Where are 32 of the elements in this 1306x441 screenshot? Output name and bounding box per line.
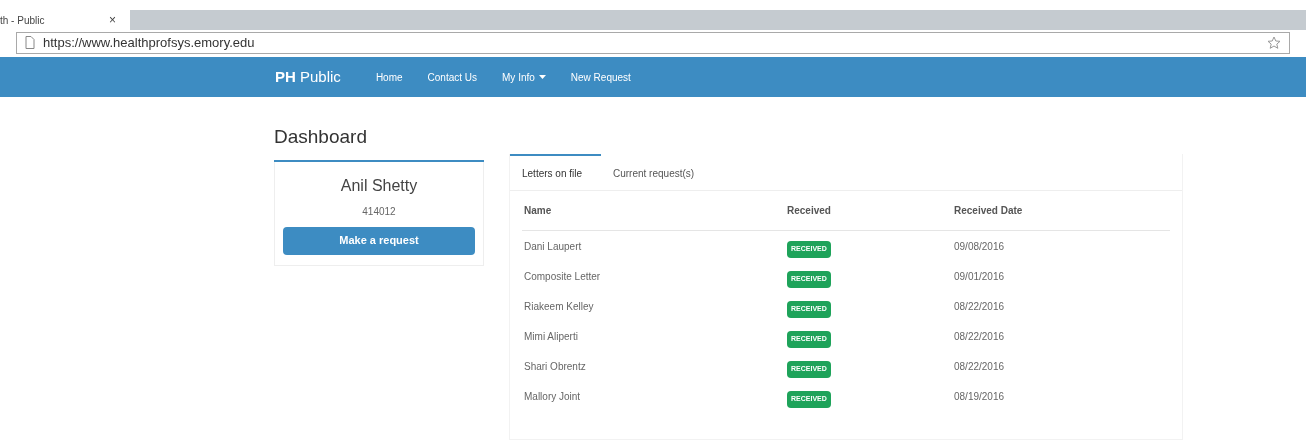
nav-link[interactable]: Contact Us [427,69,478,85]
table-cell-text: 08/22/2016 [954,299,1006,314]
request-button[interactable]: Make a request [283,226,475,255]
table-cell-text: 09/08/2016 [954,239,1006,254]
profile-name: Anil Shetty [340,175,418,196]
table-cell-text: Mimi Aliperti [524,329,579,344]
table-cell-text: Dani Laupert [524,239,583,254]
profile-id: 414012 [362,204,396,219]
column-header: Received [787,204,832,218]
nav-link[interactable]: My Info [502,69,546,85]
nav-link[interactable]: Home [375,69,403,85]
nav-link[interactable]: New Request [570,69,631,85]
column-header: Name [524,204,553,218]
table-cell-text: Riakeem Kelley [524,299,595,314]
table-cell-text: 08/22/2016 [954,329,1006,344]
tab[interactable]: Current request(s) [601,154,707,190]
star-icon[interactable] [1267,35,1281,50]
page-title: Dashboard [274,123,484,162]
brand-logo[interactable]: PH Public [275,65,341,89]
column-header: Received Date [954,204,1024,218]
tab-title: th - Public [0,13,45,28]
table-cell-text: 09/01/2016 [954,269,1006,284]
url-text: https://www.healthprofsys.emory.edu [43,33,255,52]
table-cell-text: Composite Letter [524,269,602,284]
caret-icon [538,75,546,79]
close-icon[interactable]: × [109,11,116,29]
table-cell-text: 08/22/2016 [954,359,1006,374]
address-bar[interactable]: https://www.healthprofsys.emory.edu [16,31,1290,54]
table-cell-text: Shari Obrentz [524,359,587,374]
table-cell-text: 08/19/2016 [954,389,1006,404]
table-cell-text: Mallory Joint [524,389,582,404]
page-icon [25,36,35,49]
